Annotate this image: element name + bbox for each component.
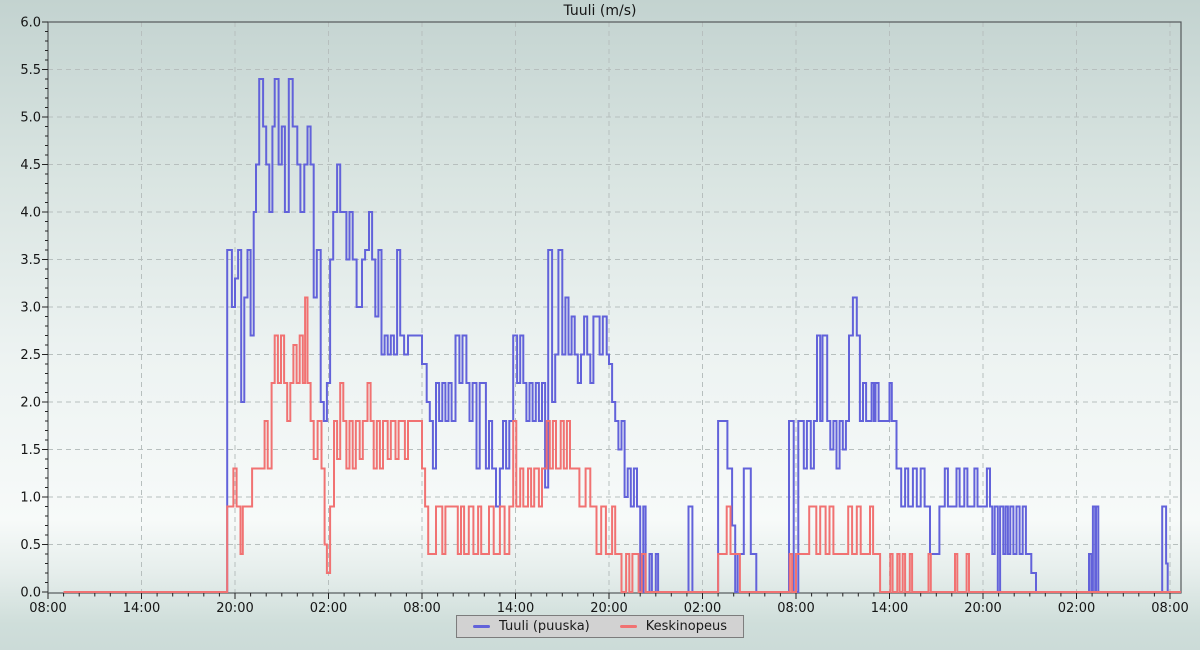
y-tick-label: 0.5 [20, 538, 41, 553]
x-tick-label: 02:00 [1058, 601, 1095, 616]
x-tick-label: 20:00 [964, 601, 1001, 616]
y-tick-label: 4.5 [20, 158, 41, 173]
y-tick-label: 2.0 [20, 396, 41, 411]
legend-item-gust: Tuuli (puuska) [473, 619, 590, 634]
y-axis-labels: 0.0 0.5 1.0 1.5 2.0 2.5 3.0 3.5 4.0 4.5 5.0 5.5 6.0 [20, 16, 41, 601]
x-tick-label: 02:00 [684, 601, 721, 616]
x-tick-label: 14:00 [123, 601, 160, 616]
y-tick-label: 6.0 [20, 16, 41, 31]
average-line-swatch-icon [620, 625, 637, 628]
y-tick-label: 1.0 [20, 491, 41, 506]
y-tick-label: 1.5 [20, 443, 41, 458]
x-tick-label: 14:00 [871, 601, 908, 616]
y-tick-label: 4.0 [20, 206, 41, 221]
x-tick-label: 08:00 [403, 601, 440, 616]
legend-label-gust: Tuuli (puuska) [499, 619, 590, 634]
x-tick-label: 20:00 [216, 601, 253, 616]
wind-chart-screen: Tuuli (m/s) 0.00.51.01.52.02.53.03.54.04… [0, 0, 1200, 650]
x-tick-label: 08:00 [777, 601, 814, 616]
gust-line-swatch-icon [473, 625, 490, 628]
y-tick-label: 2.5 [20, 348, 41, 363]
x-axis-labels: 08:00 14:00 20:00 02:00 08:00 14:00 20:00 02:00… [29, 601, 1188, 616]
x-tick-label: 14:00 [497, 601, 534, 616]
legend-label-average: Keskinopeus [646, 619, 727, 634]
chart-legend: Tuuli (puuska) Keskinopeus [456, 615, 744, 638]
y-tick-label: 3.5 [20, 253, 41, 268]
legend-item-average: Keskinopeus [620, 619, 727, 634]
y-tick-label: 5.5 [20, 63, 41, 78]
x-tick-label: 08:00 [1151, 601, 1188, 616]
x-tick-label: 02:00 [310, 601, 347, 616]
series-line-gust [64, 79, 1181, 592]
wind-chart: 0.00.51.01.52.02.53.03.54.04.55.05.56.00… [0, 0, 1200, 650]
y-tick-label: 3.0 [20, 301, 41, 316]
x-tick-label: 08:00 [29, 601, 66, 616]
y-tick-label: 0.0 [20, 586, 41, 601]
y-tick-label: 5.0 [20, 111, 41, 126]
x-tick-label: 20:00 [590, 601, 627, 616]
